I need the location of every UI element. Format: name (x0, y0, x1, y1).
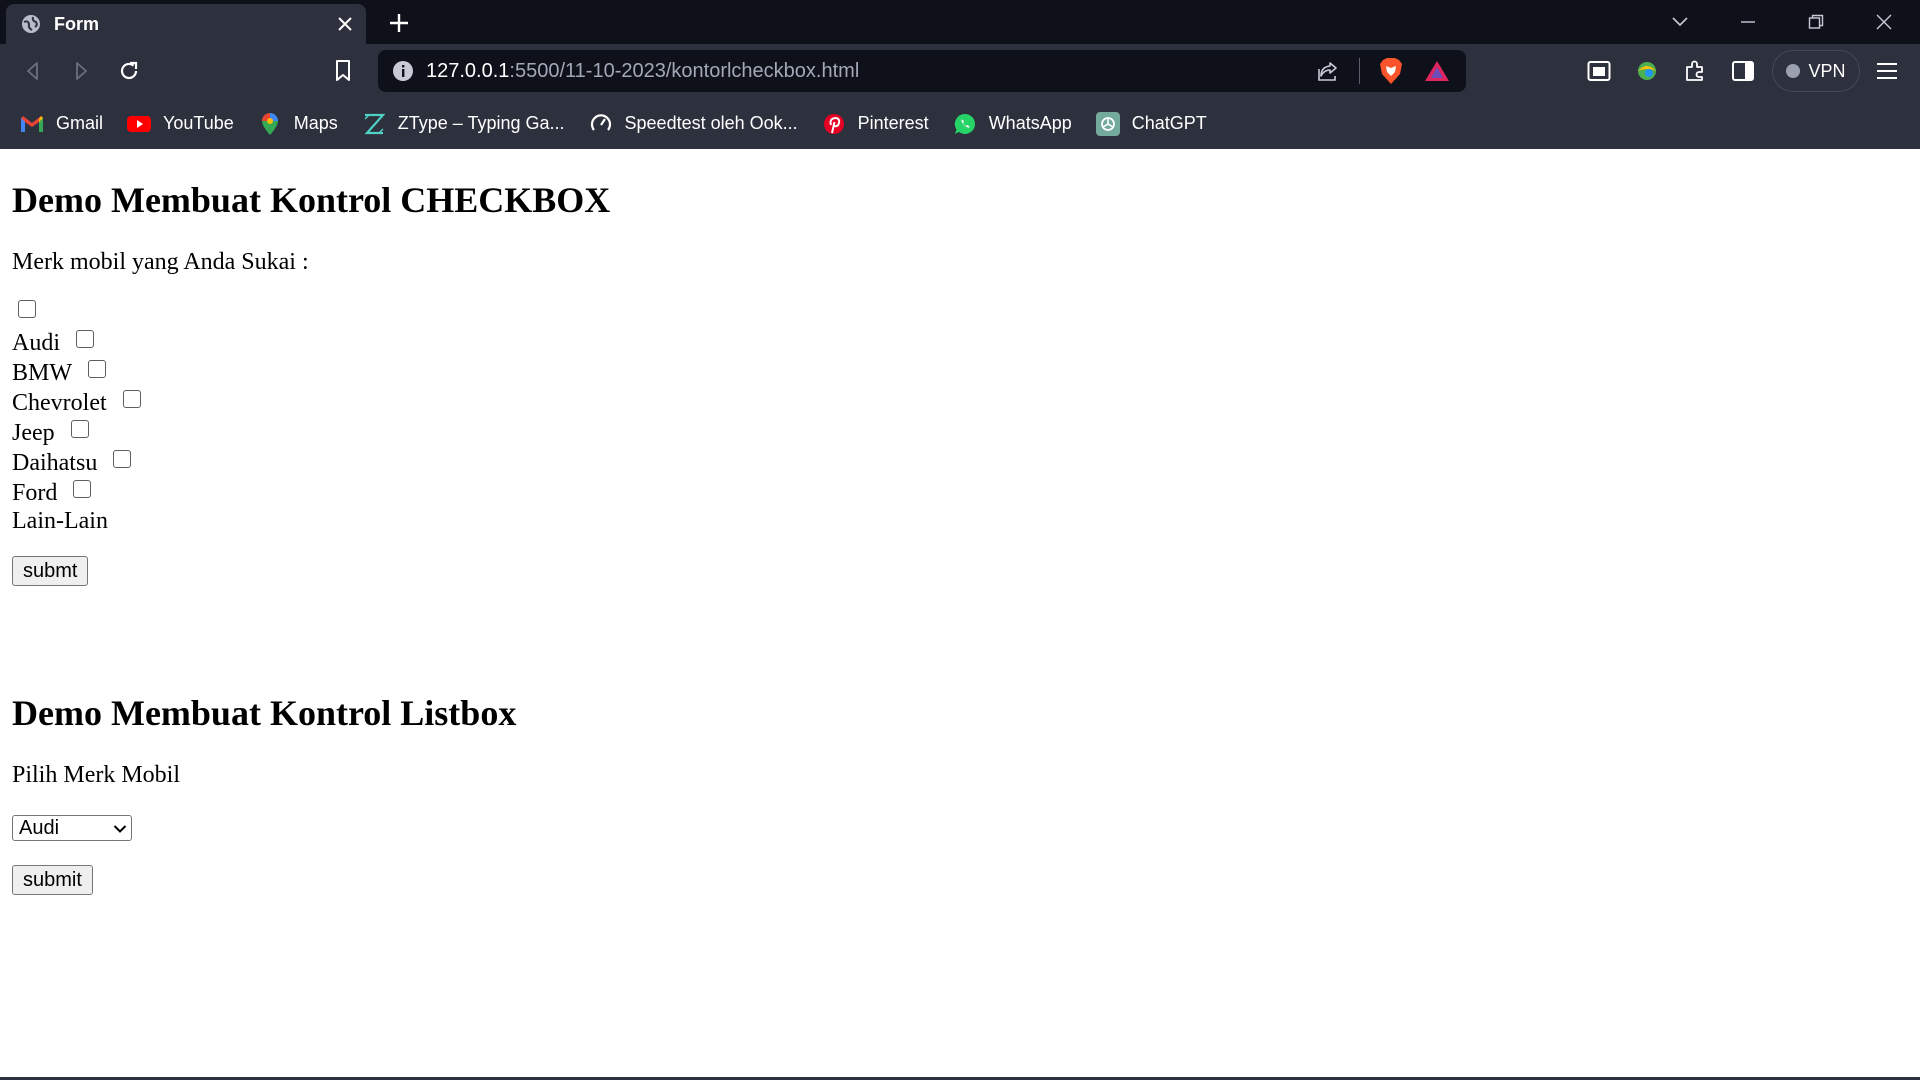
checkbox-label-audi: Audi (12, 330, 60, 356)
bookmark-ztype[interactable]: ZType – Typing Ga... (362, 112, 565, 136)
url-host: 127.0.0.1 (426, 59, 510, 82)
checkbox-daihatsu[interactable] (70, 420, 89, 438)
url-separator (1359, 58, 1360, 84)
url-path: :5500/11-10-2023/kontorlcheckbox.html (509, 59, 860, 82)
checkbox-prompt: Merk mobil yang Anda Sukai : (12, 249, 309, 275)
bookmark-pinterest[interactable]: Pinterest (822, 112, 929, 136)
listbox-prompt: Pilih Merk Mobil (12, 762, 181, 788)
youtube-icon (127, 112, 152, 136)
forward-icon[interactable] (66, 56, 96, 86)
bookmark-icon[interactable] (328, 56, 358, 86)
restore-icon[interactable] (1782, 0, 1850, 44)
globe-icon (20, 13, 42, 35)
browser-toolbar: 127.0.0.1:5500/11-10-2023/kontorlcheckbo… (0, 44, 1920, 98)
maps-icon (258, 112, 282, 136)
checkbox-label-lain-lain: Lain-Lain (12, 508, 108, 534)
page-content: Demo Membuat Kontrol CHECKBOX Merk mobil… (0, 149, 1920, 895)
close-window-icon[interactable] (1850, 0, 1918, 44)
brave-shields-icon[interactable] (1376, 56, 1406, 86)
checkbox-ford[interactable] (113, 450, 132, 468)
checkbox-lain-lain[interactable] (73, 480, 92, 498)
vpn-button[interactable]: VPN (1772, 50, 1860, 92)
bookmark-speedtest[interactable]: Speedtest oleh Ook... (589, 112, 798, 136)
address-bar[interactable]: 127.0.0.1:5500/11-10-2023/kontorlcheckbo… (378, 50, 1466, 92)
bookmark-label: Gmail (56, 113, 104, 133)
vpn-label: VPN (1808, 60, 1846, 81)
select-value: Audi (19, 816, 60, 839)
bookmarks-bar: Gmail YouTube Maps ZType – Typing Ga... … (0, 98, 1920, 149)
picture-in-picture-icon[interactable] (1584, 56, 1614, 86)
bookmark-label: YouTube (163, 113, 234, 133)
listbox-submit-button[interactable]: submit (12, 865, 93, 895)
checkbox-label-chevrolet: Chevrolet (12, 390, 107, 416)
checkbox-label-ford: Ford (12, 480, 58, 506)
checkbox-row (12, 298, 1908, 328)
bookmark-gmail[interactable]: Gmail (20, 112, 103, 136)
bookmark-chatgpt[interactable]: ChatGPT (1095, 111, 1207, 136)
extensions-puzzle-icon[interactable] (1680, 56, 1710, 86)
vpn-status-icon (1786, 64, 1801, 78)
reload-icon[interactable] (114, 56, 144, 86)
checkbox-row: Daihatsu (12, 448, 1908, 478)
browser-tab[interactable]: Form (6, 4, 366, 44)
checkbox-chevrolet[interactable] (87, 360, 106, 378)
checkbox-list: Audi BMW Chevrolet Jeep Daihatsu Ford La… (12, 298, 1908, 536)
bookmark-youtube[interactable]: YouTube (127, 112, 234, 136)
new-tab-icon[interactable] (386, 10, 412, 36)
checkbox-bmw[interactable] (76, 330, 94, 348)
listbox-heading: Demo Membuat Kontrol Listbox (12, 693, 517, 733)
url-text[interactable]: 127.0.0.1:5500/11-10-2023/kontorlcheckbo… (426, 60, 1297, 83)
checkbox-row: Chevrolet (12, 388, 1908, 418)
checkbox-row: Jeep (12, 418, 1908, 448)
checkbox-label-daihatsu: Daihatsu (12, 450, 98, 476)
tab-strip: Form (0, 0, 1920, 44)
extension-color-icon[interactable] (1632, 56, 1662, 86)
checkbox-audi[interactable] (18, 300, 36, 318)
tab-title: Form (54, 13, 99, 34)
share-icon[interactable] (1313, 56, 1343, 86)
checkbox-heading: Demo Membuat Kontrol CHECKBOX (12, 180, 611, 220)
bookmark-label: ChatGPT (1131, 113, 1207, 133)
ztype-icon (362, 112, 386, 136)
brave-rewards-icon[interactable] (1422, 56, 1452, 86)
bookmark-label: WhatsApp (988, 113, 1072, 133)
close-tab-icon[interactable] (334, 13, 356, 35)
checkbox-row: BMW (12, 358, 1908, 388)
menu-hamburger-icon[interactable] (1872, 56, 1902, 86)
bookmark-label: Maps (293, 113, 338, 133)
chevron-down-icon (113, 817, 127, 840)
tab-list-chevron-icon[interactable] (1646, 0, 1714, 44)
back-icon[interactable] (18, 56, 48, 86)
bookmark-whatsapp[interactable]: WhatsApp (953, 112, 1072, 136)
checkbox-label-jeep: Jeep (12, 420, 55, 446)
checkbox-submit-button[interactable]: submt (12, 556, 89, 586)
checkbox-row: Audi (12, 328, 1908, 358)
checkbox-row: Lain-Lain (12, 508, 1908, 536)
gmail-icon (20, 112, 44, 136)
speedtest-icon (589, 112, 613, 136)
sidebar-toggle-icon[interactable] (1728, 56, 1758, 86)
minimize-icon[interactable] (1714, 0, 1782, 44)
car-brand-select[interactable]: Audi (12, 815, 132, 841)
checkbox-jeep[interactable] (122, 390, 141, 408)
bookmark-maps[interactable]: Maps (258, 112, 338, 136)
bookmark-label: ZType – Typing Ga... (397, 113, 565, 133)
chatgpt-icon (1095, 111, 1120, 136)
checkbox-label-bmw: BMW (12, 360, 72, 386)
whatsapp-icon (953, 112, 977, 136)
checkbox-row: Ford (12, 478, 1908, 508)
pinterest-icon (822, 112, 846, 136)
site-info-icon[interactable] (392, 60, 414, 82)
bookmark-label: Speedtest oleh Ook... (624, 113, 798, 133)
bookmark-label: Pinterest (857, 113, 929, 133)
